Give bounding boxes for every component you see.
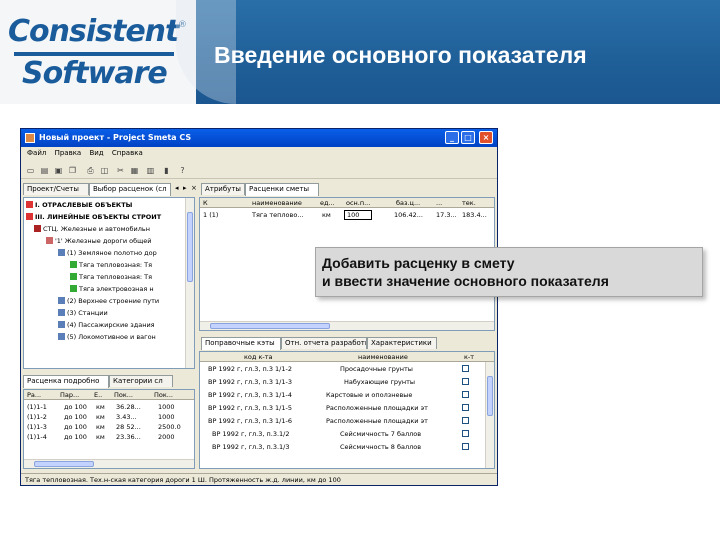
copy-icon[interactable]: ❐ <box>67 165 78 176</box>
slide: Consistent ® Software Введение основного… <box>0 0 720 540</box>
estimate-hscroll[interactable] <box>200 321 494 330</box>
tab-characteristics[interactable]: Характеристики <box>367 337 437 349</box>
menu-bar: Файл Правка Вид Справка <box>21 149 497 161</box>
minimize-button[interactable]: _ <box>445 131 459 144</box>
coeff-grid: код к-та наименование к-т ВР 1992 г, гл.… <box>199 351 495 469</box>
tree-node[interactable]: СТЦ. Железные и автомобильн <box>34 224 150 235</box>
estimate-grid-header: К наименование ед... осн.п... баз.ц... .… <box>200 198 494 208</box>
app-window: Новый проект - Project Smeta CS _ □ × Фа… <box>20 128 498 486</box>
coeff-grid-header: код к-та наименование к-т <box>200 352 494 362</box>
coeff-checkbox[interactable] <box>462 365 469 372</box>
instruction-callout: Добавить расценку в смету и ввести значе… <box>315 247 703 297</box>
cut-icon[interactable]: ✂ <box>115 165 126 176</box>
callout-line1: Добавить расценку в смету <box>322 255 515 271</box>
tab-rate-detail[interactable]: Расценка подробно <box>23 375 109 388</box>
rate-icon <box>70 273 77 280</box>
book-icon <box>34 225 41 232</box>
menu-help[interactable]: Справка <box>112 149 143 157</box>
tree-node[interactable]: III. ЛИНЕЙНЫЕ ОБЪЕКТЫ СТРОИТ <box>26 212 161 223</box>
menu-edit[interactable]: Правка <box>55 149 82 157</box>
table-icon <box>58 321 65 328</box>
scroll-thumb[interactable] <box>34 461 94 467</box>
new-file-icon[interactable]: ▭ <box>25 165 36 176</box>
app-icon <box>25 133 35 143</box>
scroll-thumb[interactable] <box>210 323 330 329</box>
callout-line2: и ввести значение основного показателя <box>322 273 609 289</box>
coeff-checkbox[interactable] <box>462 443 469 450</box>
help-icon[interactable]: ? <box>177 165 188 176</box>
table-icon <box>58 297 65 304</box>
print-icon[interactable]: ⎙ <box>85 165 96 176</box>
menu-file[interactable]: Файл <box>27 149 46 157</box>
left-tabs: Проект/Счеты Выбор расценок (сл ◂ ▸ × <box>23 183 197 196</box>
tab-correction-coeffs[interactable]: Поправочные кэты <box>201 337 281 350</box>
coeff-checkbox[interactable] <box>462 404 469 411</box>
toolbar: ▭ ▤ ▣ ❐ ⎙ ◫ ✂ ▦ ▥ ▮ ? <box>21 163 497 179</box>
param-hscroll[interactable] <box>24 459 194 468</box>
right-tabs: Атрибуты Расценки сметы <box>201 183 341 196</box>
book-icon <box>26 213 33 220</box>
tree-node[interactable]: (1) Земляное полотно дор <box>58 248 157 259</box>
coeff-checkbox[interactable] <box>462 417 469 424</box>
tab-categories[interactable]: Категории сл <box>109 375 173 387</box>
logo-line2: Software <box>22 56 168 91</box>
param-grid: Ра... Пар... Е.. Пок... Пок... (1)1-1 до… <box>23 389 195 469</box>
logo: Consistent ® Software <box>0 0 196 104</box>
menu-view[interactable]: Вид <box>89 149 103 157</box>
logo-line1: Consistent <box>8 14 179 49</box>
coeff-checkbox[interactable] <box>462 391 469 398</box>
status-bar: Тяга тепловозная. Тех.н-ская категория д… <box>21 473 497 485</box>
lower-left-tabs: Расценка подробно Категории сл <box>23 375 193 388</box>
rate-icon <box>70 261 77 268</box>
tab-rate-selection[interactable]: Выбор расценок (сл <box>89 183 171 196</box>
tree-node[interactable]: (2) Верхнее строение пути <box>58 296 159 307</box>
table-icon <box>58 309 65 316</box>
scroll-thumb[interactable] <box>187 212 193 282</box>
open-folder-icon[interactable]: ▤ <box>39 165 50 176</box>
tree-node[interactable]: (4) Пассажирские здания <box>58 320 155 331</box>
tree-scrollbar[interactable] <box>185 198 194 368</box>
coeff-scrollbar[interactable] <box>485 362 494 468</box>
tab-estimate-rates[interactable]: Расценки сметы <box>245 183 319 196</box>
rate-icon <box>70 285 77 292</box>
tree-node[interactable]: I. ОТРАСЛЕВЫЕ ОБЪЕКТЫ <box>26 200 132 211</box>
rate-tree[interactable]: I. ОТРАСЛЕВЫЕ ОБЪЕКТЫ III. ЛИНЕЙНЫЕ ОБЪЕ… <box>23 197 195 369</box>
book-icon <box>26 201 33 208</box>
tab-attributes[interactable]: Атрибуты <box>201 183 245 195</box>
chart-icon[interactable]: ▮ <box>161 165 172 176</box>
main-indicator-input[interactable]: 100 <box>344 210 372 220</box>
tab-project[interactable]: Проект/Счеты <box>23 183 89 195</box>
table-icon <box>58 249 65 256</box>
close-button[interactable]: × <box>479 131 493 144</box>
window-titlebar[interactable]: Новый проект - Project Smeta CS _ □ × <box>21 129 497 147</box>
table-icon <box>58 333 65 340</box>
tree-node[interactable]: '1' Железные дороги общей <box>46 236 151 247</box>
tab-scroll-right-icon[interactable]: ▸ <box>183 184 187 192</box>
save-icon[interactable]: ▣ <box>53 165 64 176</box>
coeff-checkbox[interactable] <box>462 378 469 385</box>
tree-node[interactable]: Тяга электровозная н <box>70 284 154 295</box>
bottom-tabs: Поправочные кэты Отн. отчета разработки … <box>201 337 461 350</box>
tab-scroll-left-icon[interactable]: ◂ <box>175 184 179 192</box>
tab-close-icon[interactable]: × <box>191 184 197 192</box>
paste-icon[interactable]: ▦ <box>129 165 140 176</box>
window-title: Новый проект - Project Smeta CS <box>39 133 192 142</box>
tree-node[interactable]: (5) Локомотивное и вагон <box>58 332 156 343</box>
tree-node[interactable]: Тяга тепловозная: Тя <box>70 272 152 283</box>
preview-icon[interactable]: ◫ <box>99 165 110 176</box>
coeff-checkbox[interactable] <box>462 430 469 437</box>
param-grid-header: Ра... Пар... Е.. Пок... Пок... <box>24 390 194 400</box>
maximize-button[interactable]: □ <box>461 131 475 144</box>
calc-icon[interactable]: ▥ <box>145 165 156 176</box>
tree-node[interactable]: Тяга тепловозная: Тя <box>70 260 153 271</box>
folder-icon <box>46 237 53 244</box>
tree-node[interactable]: (3) Станции <box>58 308 108 319</box>
tab-report[interactable]: Отн. отчета разработки <box>281 337 367 349</box>
slide-title: Введение основного показателя <box>214 42 587 68</box>
scroll-thumb[interactable] <box>487 376 493 416</box>
